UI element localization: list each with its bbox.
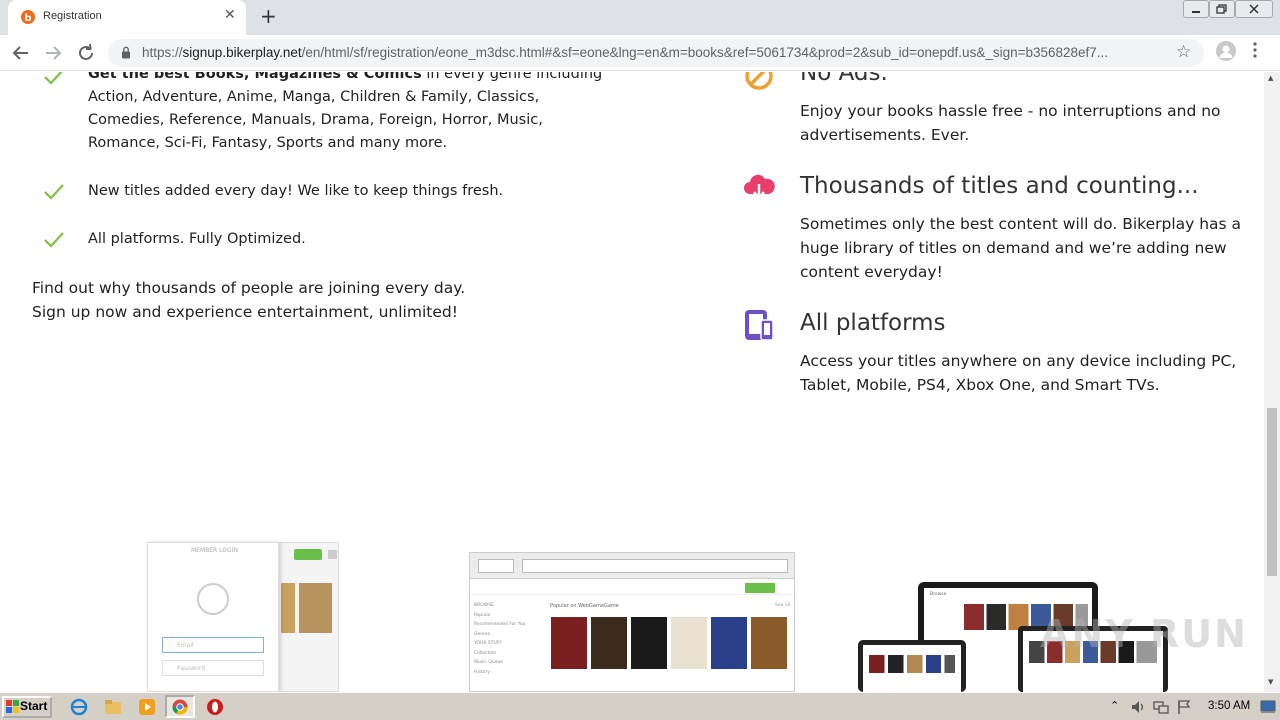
back-button[interactable]	[9, 41, 33, 65]
titles-text-2: huge library of titles on demand and we’…	[800, 239, 1227, 257]
opera-icon[interactable]	[206, 698, 224, 716]
preview-see-all: See all	[775, 603, 791, 608]
feature-new-titles: New titles added every day! We like to k…	[88, 183, 504, 199]
preview-sidebar: BROWSE Popular Recommended For You Genre…	[474, 603, 526, 675]
checkmark-icon	[44, 232, 64, 248]
titles-text-3: content everyday!	[800, 263, 943, 281]
preview-avatar	[328, 550, 337, 559]
no-ads-icon	[745, 72, 773, 90]
new-tab-button[interactable]: +	[260, 4, 277, 28]
devices-icon	[745, 310, 774, 341]
chrome-taskbar-button[interactable]	[165, 695, 195, 718]
preview-browse-label: Browse	[930, 592, 947, 597]
preview-book-cover	[711, 617, 747, 669]
desktop-screen-preview: BROWSE Popular Recommended For You Genre…	[469, 552, 795, 692]
password-field: Password	[162, 660, 264, 676]
profile-avatar-icon[interactable]	[1216, 41, 1236, 61]
feature-books-line: Comedies, Reference, Manuals, Drama, For…	[88, 112, 543, 128]
windows-taskbar: Start ⌃ 3:50 AM	[0, 692, 1280, 720]
volume-icon[interactable]	[1130, 699, 1146, 715]
taskbar-clock[interactable]: 3:50 AM	[1208, 700, 1250, 712]
titles-text-1: Sometimes only the best content will do.…	[800, 215, 1242, 233]
preview-book-cover	[299, 583, 332, 633]
preview-book-cover	[631, 617, 667, 669]
chrome-icon	[172, 699, 188, 715]
page-content: Get the best Books, Magazines & Comics i…	[0, 72, 1264, 692]
preview-nav-buttons	[478, 559, 514, 573]
feature-platforms: All platforms. Fully Optimized.	[88, 231, 306, 247]
action-center-flag-icon[interactable]	[1176, 699, 1192, 715]
reload-button[interactable]	[74, 41, 98, 65]
forward-button[interactable]	[41, 41, 65, 65]
start-button[interactable]: Start	[2, 696, 52, 718]
start-label: Start	[20, 699, 48, 713]
internet-explorer-icon[interactable]	[70, 698, 88, 716]
no-ads-text-1: Enjoy your books hassle free - no interr…	[800, 102, 1221, 120]
close-window-button[interactable]	[1235, 0, 1273, 18]
platforms-title: All platforms	[800, 310, 946, 336]
browser-tab[interactable]: b Registration ✕	[8, 0, 246, 35]
preview-book-cover	[551, 617, 587, 669]
preview-background-panel	[275, 542, 339, 692]
tab-title: Registration	[43, 10, 102, 22]
back-arrow-icon	[12, 46, 28, 60]
url-text: https://signup.bikerplay.net/en/html/sf/…	[142, 45, 1109, 60]
preview-browser-bar	[470, 553, 794, 579]
preview-popular-label: Popular on WebGameGame	[550, 603, 619, 609]
preview-green-button	[294, 549, 322, 560]
cloud-download-icon	[744, 174, 775, 200]
scroll-up-arrow-icon[interactable]: ▲	[1268, 74, 1273, 82]
scrollbar-thumb[interactable]	[1267, 408, 1277, 576]
media-player-icon[interactable]	[138, 698, 156, 716]
preview-tablet	[858, 640, 966, 692]
file-explorer-icon[interactable]	[104, 698, 122, 716]
preview-book-row	[869, 655, 955, 673]
reload-icon	[79, 43, 93, 60]
preview-address-bar	[522, 559, 788, 573]
no-ads-title: No Ads.	[800, 72, 888, 86]
address-bar[interactable]: https://signup.bikerplay.net/en/html/sf/…	[108, 39, 1204, 67]
no-ads-text-2: advertisements. Ever.	[800, 126, 970, 144]
preview-book-cover	[591, 617, 627, 669]
cta-line-1: Find out why thousands of people are joi…	[32, 279, 466, 297]
preview-tablet-screen	[863, 645, 961, 692]
bookmark-star-icon[interactable]: ☆	[1176, 42, 1191, 62]
platforms-text-2: Tablet, Mobile, PS4, Xbox One, and Smart…	[800, 376, 1160, 394]
page-scrollbar[interactable]: ▲ ▼	[1264, 72, 1280, 692]
checkmark-icon	[44, 72, 63, 85]
preview-book-cover	[281, 583, 295, 633]
browser-menu-icon[interactable]	[1252, 40, 1258, 60]
svg-text:b: b	[24, 13, 31, 24]
preview-green-button	[745, 583, 775, 593]
preview-book-cover	[751, 617, 787, 669]
preview-top-nav	[470, 581, 794, 595]
checkmark-icon	[44, 184, 64, 200]
tab-close-button[interactable]: ✕	[224, 7, 236, 23]
network-icon[interactable]	[1153, 699, 1169, 715]
cta-line-2: Sign up now and experience entertainment…	[32, 303, 458, 321]
tab-strip: b Registration ✕ +	[0, 0, 1280, 35]
lock-icon	[122, 46, 130, 59]
restore-button[interactable]	[1209, 0, 1235, 18]
feature-books-line: Action, Adventure, Anime, Manga, Childre…	[88, 89, 540, 105]
feature-books-line: Romance, Sci-Fi, Fantasy, Sports and man…	[88, 135, 448, 151]
preview-book-cover	[671, 617, 707, 669]
email-field: Email	[162, 637, 264, 653]
minimize-button[interactable]	[1183, 0, 1209, 18]
login-panel: MEMBER LOGIN Email Password	[147, 542, 279, 692]
feature-books: Get the best Books, Magazines & Comics i…	[88, 72, 603, 151]
titles-title: Thousands of titles and counting...	[800, 173, 1199, 199]
user-placeholder-icon	[197, 583, 229, 615]
login-screen-preview: MEMBER LOGIN Email Password	[147, 542, 339, 692]
anyrun-watermark: ANY RUN	[1040, 612, 1248, 656]
show-desktop-icon[interactable]	[1260, 700, 1276, 714]
platforms-text-1: Access your titles anywhere on any devic…	[800, 352, 1237, 370]
scroll-down-arrow-icon[interactable]: ▼	[1268, 678, 1273, 686]
bikerplay-favicon-icon: b	[21, 10, 35, 24]
tray-expand-icon[interactable]: ⌃	[1110, 699, 1119, 712]
browser-toolbar: https://signup.bikerplay.net/en/html/sf/…	[0, 35, 1280, 71]
login-title: MEMBER LOGIN	[191, 547, 238, 554]
windows-logo-icon	[6, 700, 19, 713]
forward-arrow-icon	[46, 46, 62, 60]
